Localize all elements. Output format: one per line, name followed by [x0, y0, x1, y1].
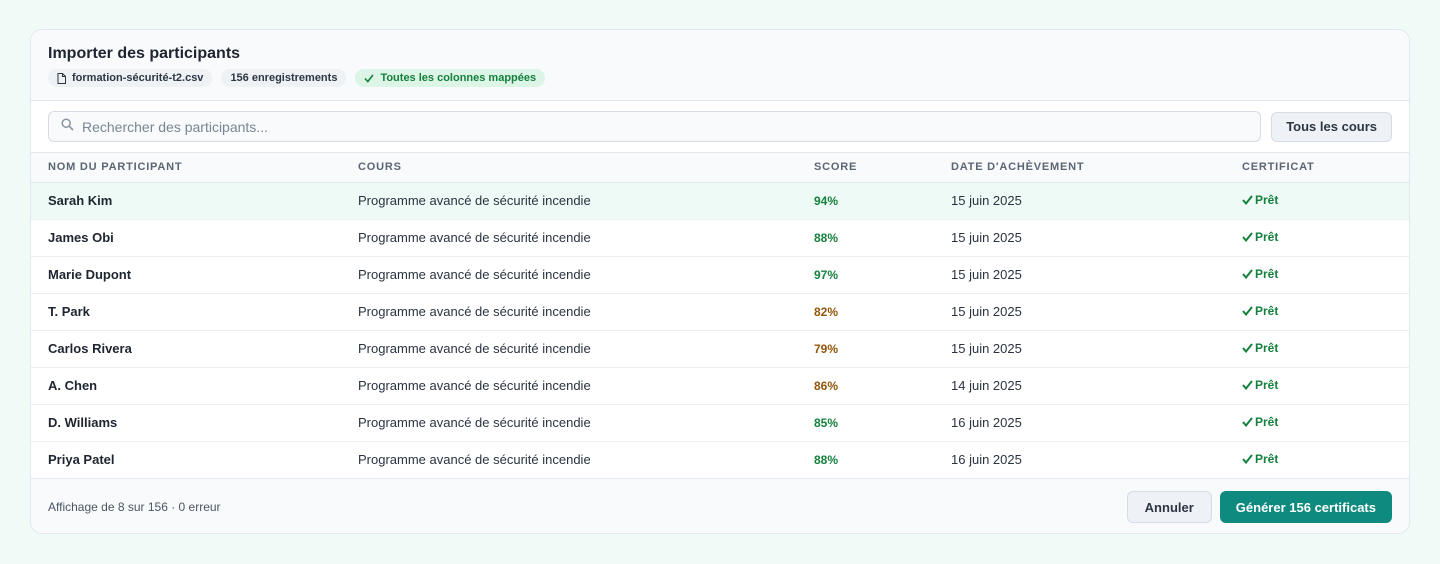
footer-status-text: Affichage de 8 sur 156 · 0 erreur — [48, 500, 221, 514]
toolbar: Tous les cours — [31, 101, 1409, 153]
file-info-chips: formation-sécurité-t2.csv 156 enregistre… — [48, 69, 1392, 87]
certificate-status-label: Prêt — [1255, 452, 1279, 466]
certificate-status: Prêt — [1242, 256, 1409, 293]
table-row[interactable]: D. Williams Programme avancé de sécurité … — [31, 404, 1409, 441]
score-value: 94% — [814, 193, 839, 208]
course-filter-button[interactable]: Tous les cours — [1271, 111, 1392, 142]
table-row[interactable]: Priya Patel Programme avancé de sécurité … — [31, 441, 1409, 478]
certificate-status: Prêt — [1242, 330, 1409, 367]
search-input[interactable] — [82, 118, 1249, 135]
table-row[interactable]: Sarah Kim Programme avancé de sécurité in… — [31, 182, 1409, 219]
score-value: 86% — [814, 378, 839, 393]
course-name: Programme avancé de sécurité incendie — [358, 452, 591, 467]
mapping-status-label: Toutes les colonnes mappées — [380, 72, 537, 84]
completion-date: 15 juin 2025 — [951, 267, 1022, 282]
table-row[interactable]: Carlos Rivera Programme avancé de sécurit… — [31, 330, 1409, 367]
participants-table: Nom du participant Cours Score Date d'ac… — [31, 153, 1409, 479]
card-footer: Affichage de 8 sur 156 · 0 erreur Annule… — [31, 478, 1409, 533]
column-header-date[interactable]: Date d'achèvement — [951, 153, 1242, 182]
certificate-status: Prêt — [1242, 441, 1409, 478]
score-value: 82% — [814, 304, 839, 319]
score-value: 79% — [814, 341, 839, 356]
table-row[interactable]: James Obi Programme avancé de sécurité in… — [31, 219, 1409, 256]
certificate-status-label: Prêt — [1255, 304, 1279, 318]
search-icon — [61, 117, 74, 136]
cancel-button[interactable]: Annuler — [1126, 491, 1212, 523]
check-icon — [1242, 453, 1253, 467]
participant-name: Marie Dupont — [48, 267, 132, 282]
file-icon — [57, 72, 66, 84]
check-icon — [1242, 231, 1253, 245]
completion-date: 15 juin 2025 — [951, 341, 1022, 356]
completion-date: 16 juin 2025 — [951, 415, 1022, 430]
column-header-course[interactable]: Cours — [341, 153, 814, 182]
record-count-badge: 156 enregistrements — [221, 69, 347, 87]
participant-name: Carlos Rivera — [48, 341, 132, 356]
certificate-status: Prêt — [1242, 219, 1409, 256]
course-name: Programme avancé de sécurité incendie — [358, 230, 591, 245]
check-icon — [364, 74, 375, 83]
check-icon — [1242, 194, 1253, 208]
completion-date: 15 juin 2025 — [951, 193, 1022, 208]
score-value: 88% — [814, 230, 839, 245]
check-icon — [1242, 416, 1253, 430]
check-icon — [1242, 342, 1253, 356]
import-participants-card: Importer des participants formation-sécu… — [30, 29, 1410, 534]
participant-name: D. Williams — [48, 415, 118, 430]
course-name: Programme avancé de sécurité incendie — [358, 415, 591, 430]
table-row[interactable]: A. Chen Programme avancé de sécurité ince… — [31, 367, 1409, 404]
check-icon — [1242, 268, 1253, 282]
certificate-status-label: Prêt — [1255, 378, 1279, 392]
completion-date: 15 juin 2025 — [951, 230, 1022, 245]
column-header-certificate[interactable]: Certificat — [1242, 153, 1409, 182]
completion-date: 14 juin 2025 — [951, 378, 1022, 393]
certificate-status-label: Prêt — [1255, 415, 1279, 429]
certificate-status: Prêt — [1242, 404, 1409, 441]
certificate-status-label: Prêt — [1255, 193, 1279, 207]
course-name: Programme avancé de sécurité incendie — [358, 341, 591, 356]
table-row[interactable]: T. Park Programme avancé de sécurité ince… — [31, 293, 1409, 330]
completion-date: 16 juin 2025 — [951, 452, 1022, 467]
generate-certificates-button[interactable]: Générer 156 certificats — [1219, 491, 1392, 523]
certificate-status-label: Prêt — [1255, 267, 1279, 281]
file-name-badge: formation-sécurité-t2.csv — [48, 69, 213, 87]
participant-name: A. Chen — [48, 378, 98, 393]
course-name: Programme avancé de sécurité incendie — [358, 304, 591, 319]
file-name-label: formation-sécurité-t2.csv — [72, 72, 204, 84]
record-count-label: 156 enregistrements — [230, 72, 338, 84]
check-icon — [1242, 379, 1253, 393]
certificate-status: Prêt — [1242, 182, 1409, 219]
participant-name: James Obi — [48, 230, 114, 245]
course-name: Programme avancé de sécurité incendie — [358, 193, 591, 208]
column-header-score[interactable]: Score — [814, 153, 951, 182]
page-title: Importer des participants — [48, 45, 241, 62]
completion-date: 15 juin 2025 — [951, 304, 1022, 319]
score-value: 97% — [814, 267, 839, 282]
check-icon — [1242, 305, 1253, 319]
participant-name: Priya Patel — [48, 452, 115, 467]
table-header-row: Nom du participant Cours Score Date d'ac… — [31, 153, 1409, 182]
participant-name: T. Park — [48, 304, 90, 319]
certificate-status: Prêt — [1242, 293, 1409, 330]
participant-name: Sarah Kim — [48, 193, 113, 208]
certificate-status: Prêt — [1242, 367, 1409, 404]
column-header-name[interactable]: Nom du participant — [31, 153, 341, 182]
certificate-status-label: Prêt — [1255, 230, 1279, 244]
course-name: Programme avancé de sécurité incendie — [358, 267, 591, 282]
certificate-status-label: Prêt — [1255, 341, 1279, 355]
table-body: Sarah Kim Programme avancé de sécurité in… — [31, 182, 1409, 478]
score-value: 85% — [814, 415, 839, 430]
card-header: Importer des participants formation-sécu… — [31, 30, 1409, 101]
score-value: 88% — [814, 452, 839, 467]
course-name: Programme avancé de sécurité incendie — [358, 378, 591, 393]
search-box[interactable] — [48, 111, 1262, 142]
table-row[interactable]: Marie Dupont Programme avancé de sécurité… — [31, 256, 1409, 293]
mapping-status-badge: Toutes les colonnes mappées — [355, 69, 546, 87]
